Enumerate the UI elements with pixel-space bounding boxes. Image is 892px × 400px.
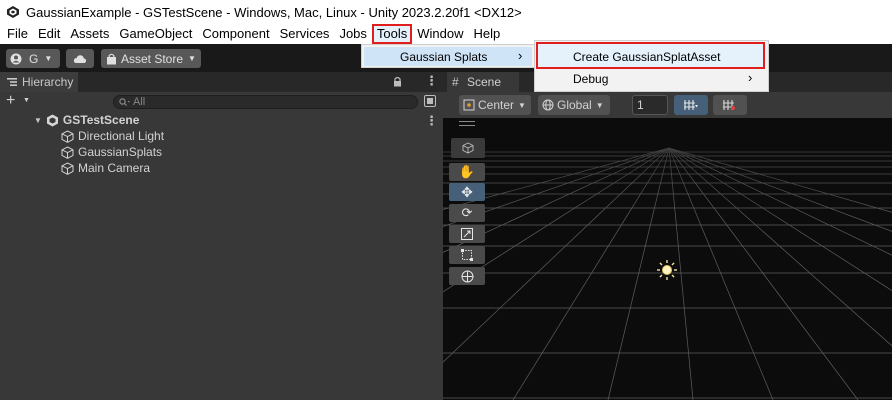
scene-toolbar: Center ▼ Global ▼ 1 — [443, 92, 892, 118]
grid-snap-input[interactable]: 1 — [632, 95, 668, 115]
grid-toggle-button[interactable] — [674, 95, 708, 115]
expand-arrow-icon[interactable]: ▼ — [34, 116, 42, 125]
tool-scale[interactable] — [449, 225, 485, 243]
menu-component[interactable]: Component — [197, 24, 274, 44]
tab-scene[interactable]: # Scene — [447, 72, 519, 92]
space-label: Global — [557, 98, 592, 112]
gameobject-cube-icon — [61, 129, 74, 143]
more-options-icon[interactable]: ⋮ — [425, 73, 438, 89]
chevron-right-icon: › — [748, 70, 753, 85]
lock-icon[interactable] — [393, 76, 402, 87]
hierarchy-search-input[interactable]: All — [113, 95, 418, 109]
scene-tool-strip: ✋ ✥ ⟳ — [449, 137, 487, 289]
menu-window[interactable]: Window — [412, 24, 468, 44]
tree-item-directional-light[interactable]: Directional Light — [61, 129, 164, 143]
object-label: GaussianSplats — [78, 145, 163, 159]
drag-handle[interactable] — [459, 125, 475, 126]
scene-name: GSTestScene — [62, 113, 140, 127]
cloud-button[interactable] — [66, 49, 94, 68]
gameobject-cube-icon — [61, 161, 74, 175]
object-label: Directional Light — [78, 129, 165, 143]
snap-grid-icon — [723, 100, 735, 110]
menu-edit[interactable]: Edit — [33, 24, 65, 44]
more-options-icon[interactable]: ⋮ — [425, 113, 438, 129]
menu-tools[interactable]: Tools — [371, 24, 413, 44]
tab-hierarchy[interactable]: Hierarchy — [0, 72, 78, 92]
account-label: G — [29, 51, 39, 66]
title-bar: GaussianExample - GSTestScene - Windows,… — [0, 0, 892, 24]
asset-store-label: Asset Store — [121, 51, 184, 66]
tool-rect[interactable] — [449, 246, 485, 264]
account-dropdown[interactable]: G ▼ — [6, 49, 60, 68]
move-arrows-icon: ✥ — [461, 183, 473, 200]
asset-store-button[interactable]: Asset Store ▼ — [101, 49, 201, 68]
space-mode-dropdown[interactable]: Global ▼ — [538, 95, 610, 115]
scene-visibility-icon[interactable] — [424, 95, 436, 107]
grid-icon — [684, 100, 698, 110]
menu-help[interactable]: Help — [469, 24, 506, 44]
chevron-down-icon[interactable]: ▼ — [23, 97, 30, 104]
plus-icon[interactable]: + — [6, 92, 15, 110]
tools-menu: Gaussian Splats › — [361, 44, 535, 68]
shopping-bag-icon — [107, 53, 116, 64]
chevron-down-icon: ▼ — [44, 54, 53, 63]
menu-item-label: Create GaussianSplatAsset — [573, 50, 721, 64]
globe-icon — [542, 99, 554, 111]
scene-tab-label: Scene — [467, 75, 502, 89]
menu-item-label: Gaussian Splats — [400, 50, 488, 64]
tree-item-main-camera[interactable]: Main Camera — [61, 161, 150, 175]
chevron-down-icon: ▼ — [188, 54, 196, 63]
tool-move[interactable]: ✥ — [449, 183, 485, 201]
sun-light-gizmo-icon[interactable] — [656, 259, 678, 281]
menu-services[interactable]: Services — [275, 24, 335, 44]
chevron-down-icon: ▼ — [595, 100, 604, 110]
menu-item-gaussian-splats[interactable]: Gaussian Splats › — [364, 47, 532, 66]
search-icon — [119, 98, 130, 106]
menu-item-label: Debug — [573, 72, 609, 86]
drag-handle[interactable] — [459, 121, 475, 122]
scale-icon — [461, 228, 473, 240]
grid-hash-icon: # — [452, 75, 459, 89]
tool-hand[interactable]: ✋ — [449, 163, 485, 181]
snap-toggle-button[interactable] — [713, 95, 747, 115]
tool-rotate[interactable]: ⟳ — [449, 204, 485, 222]
menu-item-create-gaussian-splat-asset[interactable]: Create GaussianSplatAsset — [536, 42, 765, 69]
account-icon — [10, 53, 22, 64]
scene-view-panel[interactable] — [443, 72, 892, 400]
menu-assets[interactable]: Assets — [65, 24, 114, 44]
menu-file[interactable]: File — [0, 24, 33, 44]
hierarchy-tab-label: Hierarchy — [22, 75, 74, 89]
menu-item-debug[interactable]: Debug › — [536, 70, 765, 90]
pivot-center-icon — [463, 99, 475, 111]
gameobject-cube-icon — [61, 145, 74, 159]
unity-logo-icon — [7, 6, 19, 18]
rect-transform-icon — [461, 249, 473, 261]
object-label: Main Camera — [78, 161, 151, 175]
tree-item-gaussian-splats[interactable]: GaussianSplats — [61, 145, 162, 159]
grid-snap-value: 1 — [637, 98, 644, 112]
tool-transform[interactable] — [449, 267, 485, 285]
tree-scene-row[interactable]: ▼ GSTestScene — [34, 113, 139, 127]
hierarchy-list-icon — [7, 78, 17, 86]
gaussian-splats-submenu: Create GaussianSplatAsset Debug › — [534, 40, 769, 92]
transform-icon — [461, 270, 473, 282]
menu-gameobject[interactable]: GameObject — [114, 24, 197, 44]
pivot-mode-dropdown[interactable]: Center ▼ — [459, 95, 531, 115]
cloud-icon — [73, 54, 87, 63]
pivot-label: Center — [478, 98, 515, 112]
menu-jobs[interactable]: Jobs — [334, 24, 371, 44]
hand-icon: ✋ — [458, 164, 476, 179]
search-placeholder: All — [133, 96, 146, 108]
unity-scene-icon — [46, 114, 58, 126]
rotate-icon: ⟳ — [461, 205, 473, 220]
chevron-right-icon: › — [518, 48, 523, 63]
window-title: GaussianExample - GSTestScene - Windows,… — [26, 4, 522, 20]
chevron-down-icon: ▼ — [518, 100, 526, 110]
